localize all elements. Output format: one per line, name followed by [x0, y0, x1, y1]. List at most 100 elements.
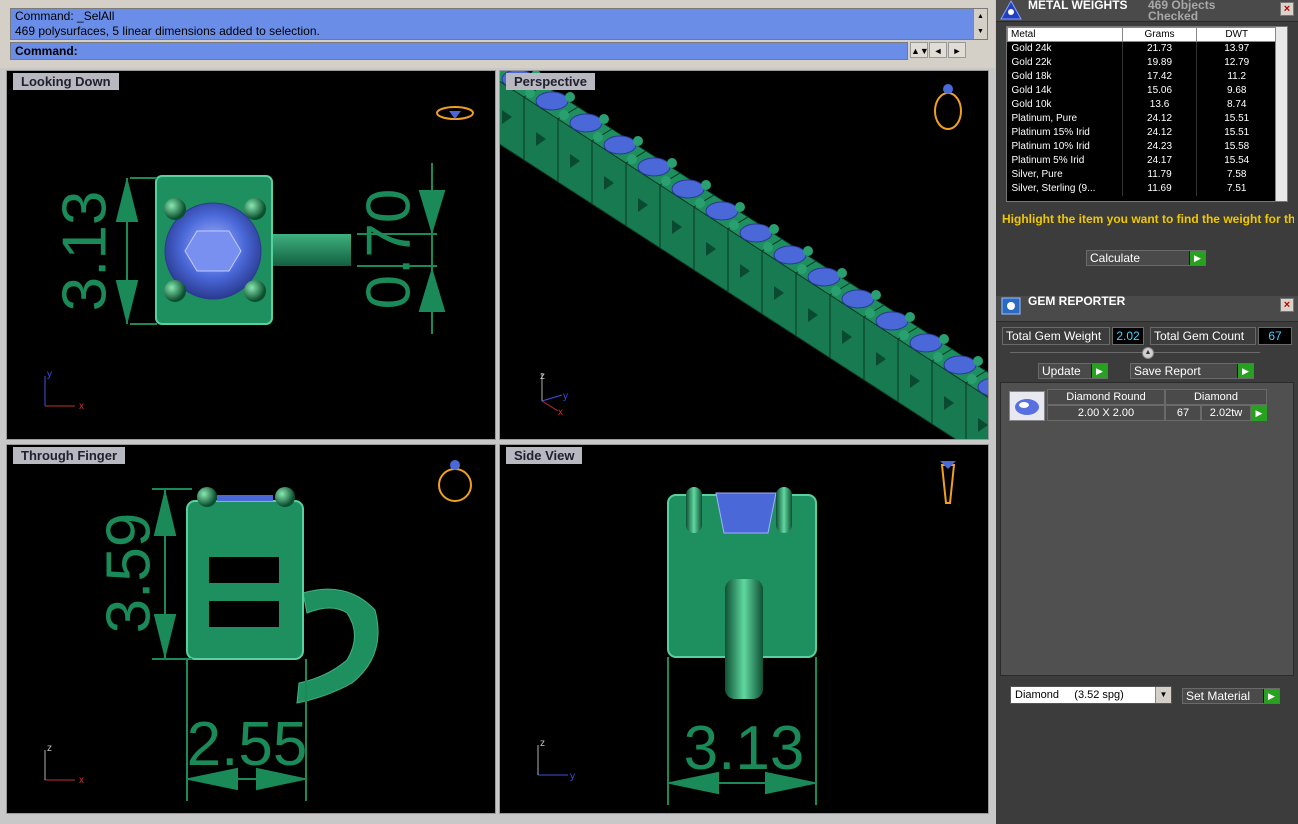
arrow-right-icon[interactable]: ►	[948, 42, 966, 58]
table-cell: Platinum, Pure	[1007, 111, 1123, 126]
table-cell: 24.17	[1122, 153, 1198, 168]
table-row[interactable]: Gold 10k 13.6 8.74	[1007, 97, 1277, 112]
gallery-window	[209, 601, 279, 627]
gem-reporter-header: GEM REPORTER ×	[996, 294, 1298, 322]
go-arrow-icon[interactable]: ▶	[1237, 364, 1253, 378]
gem-thumbnail[interactable]	[1009, 391, 1045, 421]
ring-thumbnail-icon	[940, 461, 956, 504]
close-icon[interactable]: ×	[1280, 2, 1294, 16]
table-cell: 7.58	[1196, 167, 1277, 182]
table-row[interactable]: Gold 14k 15.06 9.68	[1007, 83, 1277, 98]
right-panel-column: METAL WEIGHTS 469 Objects Checked × Meta…	[996, 0, 1298, 824]
column-header[interactable]: DWT	[1196, 27, 1277, 42]
command-prompt-input[interactable]: Command:	[10, 42, 908, 60]
arrow-left-icon[interactable]: ◄	[929, 42, 947, 58]
table-cell: 15.06	[1122, 83, 1198, 98]
expand-icon[interactable]: ▲▼	[910, 42, 929, 58]
panel-title: GEM REPORTER	[1028, 294, 1126, 308]
svg-text:z: z	[540, 371, 545, 382]
update-label: Update	[1042, 364, 1081, 378]
table-scrollbar[interactable]	[1275, 27, 1287, 201]
table-row[interactable]: Platinum, Pure 24.12 15.51	[1007, 111, 1277, 126]
prong	[244, 280, 266, 302]
dimension-label: 3.13	[50, 191, 119, 312]
hint-text: Highlight the item you want to find the …	[1002, 212, 1294, 226]
gem-list[interactable]: Diamond Round Diamond 2.00 X 2.00 67 2.0…	[1000, 382, 1294, 676]
total-gem-count-label: Total Gem Count	[1150, 327, 1256, 345]
table-cell: 7.51	[1196, 181, 1277, 196]
viewport-title[interactable]: Perspective	[506, 73, 595, 90]
gem-shape-cell: Diamond Round	[1047, 389, 1165, 405]
update-button[interactable]: Update ▶	[1038, 363, 1108, 379]
table-cell: 9.68	[1196, 83, 1277, 98]
close-icon[interactable]: ×	[1280, 298, 1294, 312]
dimension-label: 2.55	[187, 710, 308, 779]
prong	[244, 198, 266, 220]
table-row[interactable]: Silver, Sterling (9... 11.69 7.51	[1007, 181, 1277, 196]
total-gem-count-value: 67	[1258, 327, 1292, 345]
command-nav-arrows: ▲▼ ◄ ►	[910, 42, 988, 60]
column-header[interactable]: Metal	[1007, 27, 1123, 42]
viewport-looking-down[interactable]: 3.13 0.70 x y Looking Down	[6, 70, 496, 440]
table-cell: Gold 14k	[1007, 83, 1123, 98]
viewport-through-finger[interactable]: 3.59 2.55 x z Through Finger	[6, 444, 496, 814]
table-cell: 11.79	[1122, 167, 1198, 182]
diamond-icon	[1015, 399, 1039, 415]
gem-size-cell: 2.00 X 2.00	[1047, 405, 1165, 421]
gem-stone	[217, 495, 273, 501]
history-scrollbar[interactable]: ▲ ▼	[973, 9, 987, 39]
viewport-title[interactable]: Looking Down	[13, 73, 119, 90]
table-cell: 13.6	[1122, 97, 1198, 112]
table-row[interactable]: Platinum 10% Irid 24.23 15.58	[1007, 139, 1277, 154]
set-material-button[interactable]: Set Material ▶	[1182, 688, 1280, 704]
viewport-side-view[interactable]: 3.13 y z Side View	[499, 444, 989, 814]
save-report-button[interactable]: Save Report ▶	[1130, 363, 1254, 379]
gem-stone	[715, 492, 777, 534]
axis-indicator: y z	[537, 738, 575, 782]
viewport-perspective[interactable]: z y x Perspective	[499, 70, 989, 440]
dimension-label: 3.59	[94, 513, 163, 634]
axis-indicator: z y x	[540, 371, 568, 418]
go-arrow-icon[interactable]: ▶	[1263, 689, 1279, 703]
table-cell: 11.69	[1122, 181, 1198, 196]
table-row[interactable]: Gold 22k 19.89 12.79	[1007, 55, 1277, 70]
table-cell: Gold 18k	[1007, 69, 1123, 84]
go-arrow-icon[interactable]: ▶	[1189, 251, 1205, 265]
save-report-label: Save Report	[1134, 364, 1201, 378]
table-cell: 17.42	[1122, 69, 1198, 84]
axis-indicator: x y	[44, 369, 84, 412]
command-history: Command: _SelAll 469 polysurfaces, 5 lin…	[10, 8, 988, 40]
panel-title: METAL WEIGHTS	[1028, 0, 1128, 12]
table-row[interactable]: Platinum 15% Irid 24.12 15.51	[1007, 125, 1277, 140]
go-arrow-icon[interactable]: ▶	[1251, 405, 1267, 421]
svg-text:x: x	[558, 407, 563, 418]
viewport-render: 3.13 0.70 x y	[44, 106, 474, 412]
svg-text:y: y	[570, 771, 575, 782]
calculate-button[interactable]: Calculate ▶	[1086, 250, 1206, 266]
go-arrow-icon[interactable]: ▶	[1091, 364, 1107, 378]
metal-weights-header: METAL WEIGHTS 469 Objects Checked ×	[996, 0, 1298, 22]
viewport-title[interactable]: Through Finger	[13, 447, 126, 464]
column-header[interactable]: Grams	[1121, 27, 1198, 42]
chevron-down-icon[interactable]: ▼	[1155, 687, 1171, 703]
gem-report-icon	[1001, 297, 1021, 315]
table-row[interactable]: Platinum 5% Irid 24.17 15.54	[1007, 153, 1277, 168]
table-cell: 24.12	[1122, 125, 1198, 140]
table-cell: 12.79	[1196, 55, 1277, 70]
metal-weights-table[interactable]: Metal Grams DWT Gold 24k 21.73 13.97 Gold 22k…	[1006, 26, 1288, 202]
viewport-title[interactable]: Side View	[506, 447, 583, 464]
command-area: Command: _SelAll 469 polysurfaces, 5 lin…	[0, 0, 995, 68]
table-cell: 8.74	[1196, 97, 1277, 112]
prong	[686, 487, 702, 533]
set-material-label: Set Material	[1186, 689, 1251, 703]
material-select[interactable]: Diamond (3.52 spg) ▼	[1010, 686, 1172, 704]
table-cell: 15.58	[1196, 139, 1277, 154]
collapse-handle-icon[interactable]: ▲	[1142, 347, 1154, 359]
table-row[interactable]: Gold 18k 17.42 11.2	[1007, 69, 1277, 84]
svg-text:z: z	[47, 743, 52, 754]
table-row[interactable]: Gold 24k 21.73 13.97	[1007, 41, 1277, 56]
objects-checked-label: 469 Objects Checked	[1148, 0, 1216, 23]
table-row[interactable]: Silver, Pure 11.79 7.58	[1007, 167, 1277, 182]
prong	[164, 198, 186, 220]
svg-text:x: x	[79, 401, 84, 412]
